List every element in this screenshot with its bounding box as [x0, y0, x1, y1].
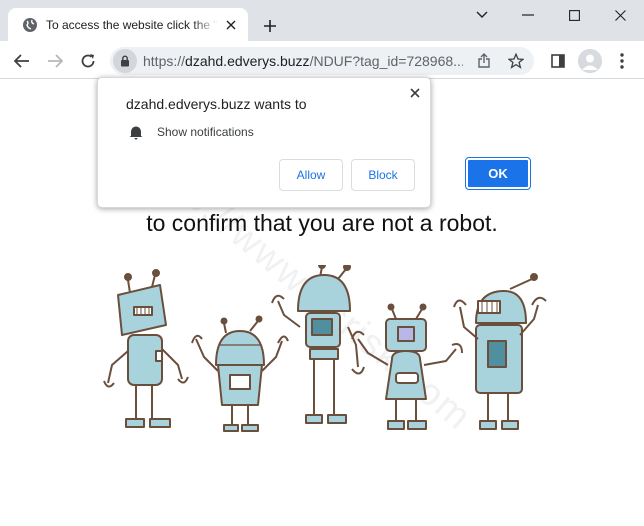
chevron-down-icon[interactable]	[470, 6, 494, 24]
lock-icon[interactable]	[113, 49, 137, 73]
robot-1	[103, 269, 189, 428]
block-button[interactable]: Block	[351, 159, 415, 191]
tab-close-icon[interactable]	[222, 16, 240, 34]
globe-icon	[23, 17, 37, 32]
bell-icon	[129, 126, 143, 140]
title-bar: To access the website click the "Allow" …	[0, 0, 644, 41]
url-path: /NDUF?tag_id=728968...	[309, 53, 463, 69]
minimize-icon[interactable]	[516, 6, 540, 24]
robot-5	[453, 273, 547, 430]
maximize-icon[interactable]	[562, 6, 586, 24]
url-scheme: https://	[143, 53, 186, 69]
url-host: dzahd.edverys.buzz	[185, 53, 310, 69]
url-text[interactable]: https://dzahd.edverys.buzz/NDUF?tag_id=7…	[143, 53, 463, 69]
reload-icon[interactable]	[77, 50, 99, 72]
permission-row: Show notifications	[128, 124, 254, 140]
robots-illustration	[103, 265, 547, 432]
address-bar[interactable]: https://dzahd.edverys.buzz/NDUF?tag_id=7…	[110, 47, 534, 75]
allow-button[interactable]: Allow	[279, 159, 343, 191]
tab-title: To access the website click the "Allow" …	[46, 17, 218, 32]
page-headline: to confirm that you are not a robot.	[146, 210, 498, 236]
share-icon[interactable]	[474, 51, 494, 71]
permission-label: Show notifications	[157, 125, 254, 139]
new-tab-icon[interactable]	[260, 16, 280, 36]
prompt-close-icon[interactable]	[406, 84, 424, 102]
star-icon[interactable]	[506, 51, 526, 71]
prompt-title: dzahd.edverys.buzz wants to	[126, 96, 307, 112]
browser-tab[interactable]: To access the website click the "Allow" …	[8, 8, 248, 41]
ok-button[interactable]: OK	[465, 157, 531, 190]
profile-icon[interactable]	[578, 49, 602, 73]
window-close-icon[interactable]	[608, 6, 632, 24]
more-menu-icon[interactable]	[612, 51, 632, 71]
robot-3	[271, 265, 365, 424]
back-arrow-icon[interactable]	[11, 50, 33, 72]
robot-2	[191, 315, 289, 432]
notification-prompt: dzahd.edverys.buzz wants to Show notific…	[97, 77, 431, 208]
side-panel-icon[interactable]	[548, 51, 568, 71]
forward-arrow-icon[interactable]	[44, 50, 66, 72]
robot-4	[351, 303, 463, 430]
